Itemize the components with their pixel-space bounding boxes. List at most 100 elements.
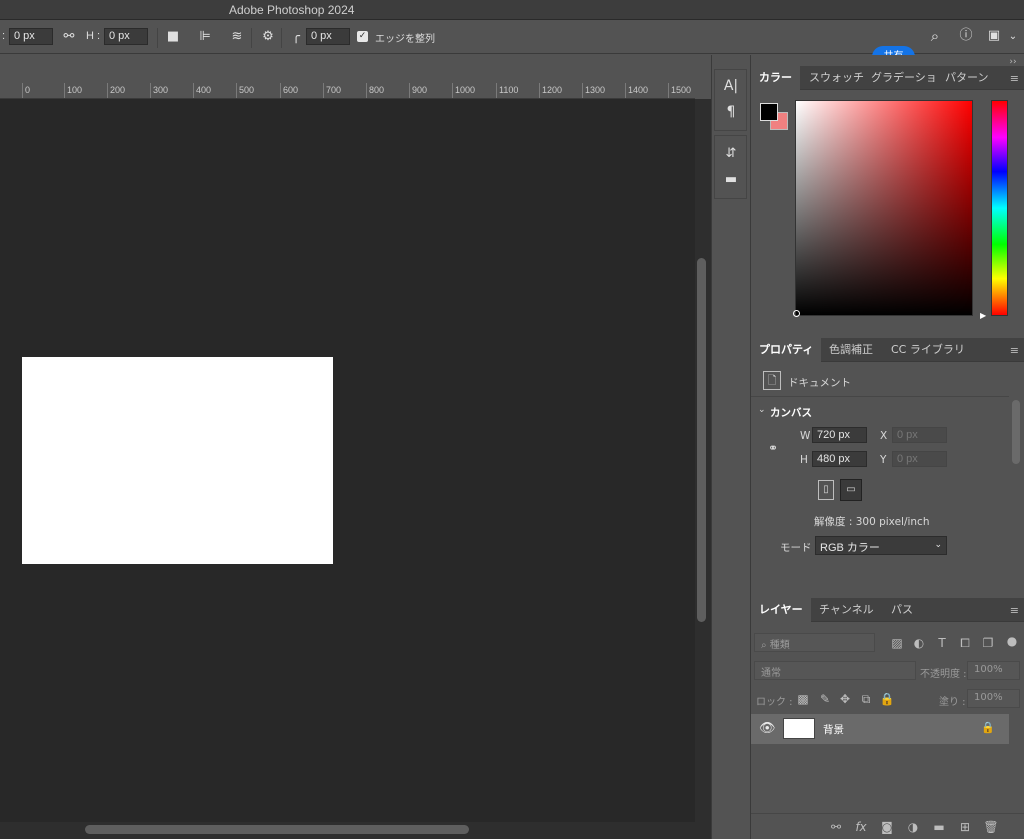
fill-label: 塗り : bbox=[939, 697, 966, 708]
layers-panel-tabs: レイヤー チャンネル パス ≡ bbox=[751, 598, 1024, 622]
layers-panel-menu-icon[interactable]: ≡ bbox=[1010, 604, 1019, 617]
properties-scrollbar[interactable] bbox=[1012, 400, 1020, 464]
lock-icon: 🔒 bbox=[981, 721, 995, 734]
ruler-label: 1200 bbox=[542, 85, 563, 95]
title-bar: Adobe Photoshop 2024 bbox=[0, 0, 1024, 20]
ruler-label: 1000 bbox=[455, 85, 476, 95]
ruler-label: 1100 bbox=[499, 85, 519, 95]
smart-object-filter-icon[interactable]: ❐ bbox=[980, 635, 996, 651]
tab-properties[interactable]: プロパティ bbox=[751, 338, 822, 362]
landscape-orientation-icon[interactable]: ▭ bbox=[840, 479, 862, 501]
ruler-label: 200 bbox=[110, 85, 126, 95]
folder-icon[interactable]: ▬ bbox=[931, 819, 947, 835]
color-panel-menu-icon[interactable]: ≡ bbox=[1010, 72, 1019, 85]
canvas-y-input[interactable]: 0 px bbox=[892, 451, 947, 467]
paragraph-icon[interactable]: ¶ bbox=[722, 104, 740, 120]
canvas-y-label: Y bbox=[880, 454, 887, 466]
canvas-area[interactable] bbox=[0, 99, 695, 822]
eye-icon[interactable]: 👁 bbox=[759, 721, 776, 736]
path-alignment-icon[interactable]: ⊫ bbox=[196, 29, 214, 45]
link-layers-icon[interactable]: ⚯ bbox=[828, 819, 844, 835]
blend-mode-select[interactable]: 通常 bbox=[754, 661, 916, 680]
canvas-height-input[interactable]: 480 px bbox=[812, 451, 867, 467]
picker-handle[interactable] bbox=[793, 310, 800, 317]
lock-image-icon[interactable]: ✎ bbox=[817, 691, 833, 707]
canvas-x-input[interactable]: 0 px bbox=[892, 427, 947, 443]
hue-slider-handle-icon[interactable]: ▶ bbox=[980, 311, 986, 320]
blend-mode-value: 通常 bbox=[761, 668, 781, 679]
properties-panel-tabs: プロパティ 色調補正 CC ライブラリ ≡ bbox=[751, 338, 1024, 362]
tab-layers[interactable]: レイヤー bbox=[751, 598, 811, 622]
path-operations-icon[interactable]: ■ bbox=[164, 29, 182, 45]
help-icon[interactable]: ⓘ bbox=[957, 28, 975, 44]
lock-position-icon[interactable]: ✥ bbox=[837, 691, 853, 707]
fx-icon[interactable]: fx bbox=[853, 819, 869, 835]
corner-radius-input[interactable]: 0 px bbox=[306, 28, 350, 45]
horizontal-scroll-thumb[interactable] bbox=[85, 825, 469, 834]
path-arrangement-icon[interactable]: ≋ bbox=[228, 29, 246, 45]
foreground-color-swatch[interactable] bbox=[760, 103, 778, 121]
workspace-icon[interactable]: ▣ bbox=[985, 28, 1003, 44]
type-filter-icon[interactable]: T bbox=[934, 635, 950, 651]
lock-all-icon[interactable]: 🔒 bbox=[879, 691, 895, 707]
canvas-h-label: H bbox=[800, 454, 808, 466]
properties-panel-menu-icon[interactable]: ≡ bbox=[1010, 344, 1019, 357]
adjustment-filter-icon[interactable]: ◐ bbox=[911, 635, 927, 651]
resolution-text: 解像度 : 300 pixel/inch bbox=[814, 516, 930, 528]
chevron-down-icon[interactable]: ⌄ bbox=[1007, 29, 1019, 45]
layer-filter-placeholder: 種類 bbox=[769, 640, 790, 651]
color-panel-tabs: カラー スウォッチ グラデーショ パターン ≡ bbox=[751, 66, 1024, 90]
width-input[interactable]: 0 px bbox=[9, 28, 53, 45]
fill-input[interactable]: 100% bbox=[967, 689, 1020, 708]
gear-icon[interactable]: ⚙ bbox=[259, 29, 277, 45]
align-edges-checkbox[interactable]: ✓ bbox=[357, 31, 368, 42]
link-dimensions-icon[interactable]: ⚭ bbox=[766, 440, 780, 456]
layer-row[interactable]: 👁 背景 🔒 bbox=[751, 714, 1009, 744]
chevron-down-icon[interactable]: ⌄ bbox=[758, 405, 766, 415]
tab-paths[interactable]: パス bbox=[883, 598, 921, 622]
ruler-label: 1500 bbox=[671, 85, 692, 95]
saturation-value-picker[interactable] bbox=[795, 100, 973, 316]
canvas-w-label: W bbox=[800, 430, 811, 442]
vertical-scroll-thumb[interactable] bbox=[697, 258, 706, 622]
layer-name[interactable]: 背景 bbox=[823, 722, 844, 737]
tab-gradients[interactable]: グラデーショ bbox=[863, 66, 945, 90]
tab-cc-libraries[interactable]: CC ライブラリ bbox=[883, 338, 973, 362]
layer-thumbnail bbox=[783, 718, 815, 739]
lock-transparent-icon[interactable]: ▩ bbox=[795, 691, 811, 707]
search-icon[interactable]: ⌕ bbox=[926, 28, 944, 44]
comment-icon[interactable]: ▬ bbox=[722, 172, 740, 188]
opacity-input[interactable]: 100% bbox=[967, 661, 1020, 680]
portrait-orientation-icon[interactable]: ▯ bbox=[818, 480, 834, 500]
corner-radius-icon: ╭ bbox=[292, 29, 300, 44]
image-filter-icon[interactable]: ▨ bbox=[889, 635, 905, 651]
ruler-label: 500 bbox=[239, 85, 255, 95]
document-canvas[interactable] bbox=[22, 357, 333, 564]
options-bar: : 0 px ⚯ H : 0 px ■ ⊫ ≋ ⚙ ╭ 0 px ✓ エッジを整… bbox=[0, 20, 1024, 68]
hue-slider[interactable] bbox=[991, 100, 1008, 316]
filter-toggle-icon[interactable]: ● bbox=[1006, 633, 1018, 649]
tab-adjustments[interactable]: 色調補正 bbox=[821, 338, 881, 362]
lock-artboard-icon[interactable]: ⧉ bbox=[858, 691, 874, 707]
mode-select[interactable]: RGB カラー ⌄ bbox=[815, 536, 947, 555]
ruler-label: 0 bbox=[25, 85, 31, 95]
tab-patterns[interactable]: パターン bbox=[937, 66, 996, 90]
character-icon[interactable]: A| bbox=[722, 78, 740, 94]
layer-filter-select[interactable]: ⌕ 種類 bbox=[754, 633, 875, 652]
ruler-label: 600 bbox=[283, 85, 299, 95]
tab-swatches[interactable]: スウォッチ bbox=[801, 66, 872, 90]
shape-filter-icon[interactable]: ⧠ bbox=[957, 635, 973, 651]
add-mask-icon[interactable]: ◙ bbox=[879, 819, 895, 835]
canvas-width-input[interactable]: 720 px bbox=[812, 427, 867, 443]
new-layer-icon[interactable]: ⊞ bbox=[957, 819, 973, 835]
link-icon[interactable]: ⚯ bbox=[60, 29, 78, 45]
window-title: Adobe Photoshop 2024 bbox=[229, 3, 355, 17]
history-icon[interactable]: ⇵ bbox=[722, 146, 740, 162]
tab-color[interactable]: カラー bbox=[751, 66, 800, 90]
adjustment-layer-icon[interactable]: ◑ bbox=[905, 819, 921, 835]
tab-channels[interactable]: チャンネル bbox=[811, 598, 882, 622]
trash-icon[interactable]: 🗑 bbox=[983, 819, 999, 835]
ruler-label: 1400 bbox=[628, 85, 649, 95]
document-label: ドキュメント bbox=[788, 377, 851, 389]
height-input[interactable]: 0 px bbox=[104, 28, 148, 45]
